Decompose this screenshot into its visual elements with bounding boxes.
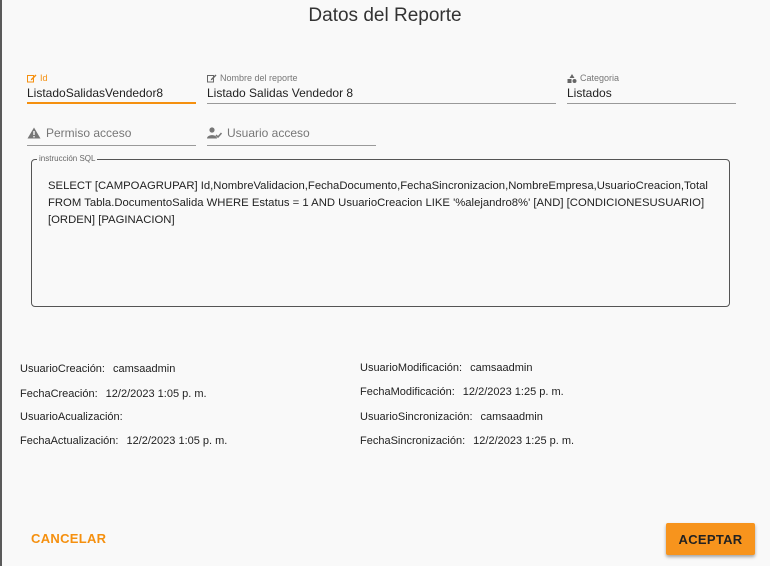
sql-instruction-text: SELECT [CAMPOAGRUPAR] Id,NombreValidacio… — [48, 180, 708, 226]
user-check-icon — [207, 127, 222, 139]
usuario-actualizacion-key: UsuarioAcualización: — [20, 411, 123, 423]
usuario-modificacion-row: UsuarioModificación: camsaadmin — [360, 362, 532, 374]
id-field[interactable]: Id ListadoSalidasVendedor8 — [27, 73, 196, 104]
categoria-value: Listados — [567, 86, 612, 100]
usuario-creacion-value: camsaadmin — [112, 363, 176, 375]
categoria-field[interactable]: Categoria Listados — [567, 73, 736, 104]
fecha-modificacion-value: 12/2/2023 1:25 p. m. — [462, 386, 564, 398]
permiso-acceso-field[interactable]: Permiso acceso — [27, 126, 196, 146]
dialog-title: Datos del Reporte — [308, 5, 462, 26]
fecha-modificacion-row: FechaModificación: 12/2/2023 1:25 p. m. — [360, 386, 564, 398]
usuario-sincronizacion-key: UsuarioSincronización: — [360, 411, 473, 423]
fecha-sincronizacion-row: FechaSincronización: 12/2/2023 1:25 p. m. — [360, 435, 574, 447]
shapes-icon — [567, 73, 577, 83]
usuario-acceso-underline — [207, 145, 376, 146]
sql-instruction-label: instrucción SQL — [37, 154, 98, 163]
nombre-reporte-underline — [207, 103, 556, 104]
fecha-actualizacion-value: 12/2/2023 1:05 p. m. — [126, 435, 228, 447]
fecha-sincronizacion-key: FechaSincronización: — [360, 435, 466, 447]
id-underline — [27, 102, 196, 104]
permiso-acceso-underline — [27, 145, 196, 146]
usuario-sincronizacion-row: UsuarioSincronización: camsaadmin — [360, 411, 543, 423]
usuario-modificacion-value: camsaadmin — [470, 362, 533, 374]
sql-instruction-box[interactable]: instrucción SQL SELECT [CAMPOAGRUPAR] Id… — [31, 154, 730, 307]
window-edge — [0, 0, 2, 566]
id-value: ListadoSalidasVendedor8 — [27, 86, 164, 100]
fecha-creacion-row: FechaCreación: 12/2/2023 1:05 p. m. — [20, 388, 207, 400]
edit-icon — [207, 74, 217, 82]
fecha-modificacion-key: FechaModificación: — [360, 386, 455, 398]
nombre-reporte-label: Nombre del reporte — [220, 73, 298, 83]
usuario-acceso-field[interactable]: Usuario acceso — [207, 126, 376, 146]
accept-button[interactable]: ACEPTAR — [666, 523, 755, 555]
usuario-sincronizacion-value: camsaadmin — [480, 411, 543, 423]
usuario-actualizacion-row: UsuarioAcualización: — [20, 411, 131, 423]
usuario-creacion-row: UsuarioCreación: camsaadmin — [20, 363, 175, 375]
usuario-acceso-placeholder: Usuario acceso — [227, 126, 310, 140]
id-label: Id — [40, 73, 48, 83]
nombre-reporte-field[interactable]: Nombre del reporte Listado Salidas Vende… — [207, 73, 556, 104]
permiso-acceso-placeholder: Permiso acceso — [46, 126, 132, 140]
nombre-reporte-value: Listado Salidas Vendedor 8 — [207, 86, 354, 100]
usuario-creacion-key: UsuarioCreación: — [20, 363, 105, 375]
fecha-creacion-key: FechaCreación: — [20, 388, 98, 400]
fecha-creacion-value: 12/2/2023 1:05 p. m. — [105, 388, 207, 400]
fecha-actualizacion-key: FechaActualización: — [20, 435, 119, 447]
categoria-label: Categoria — [580, 73, 620, 83]
categoria-underline — [567, 103, 736, 104]
cancel-button[interactable]: CANCELAR — [31, 531, 106, 546]
warning-icon — [27, 127, 41, 139]
edit-icon — [27, 74, 37, 82]
fecha-actualizacion-row: FechaActualización: 12/2/2023 1:05 p. m. — [20, 435, 227, 447]
fecha-sincronizacion-value: 12/2/2023 1:25 p. m. — [473, 435, 575, 447]
usuario-modificacion-key: UsuarioModificación: — [360, 362, 463, 374]
